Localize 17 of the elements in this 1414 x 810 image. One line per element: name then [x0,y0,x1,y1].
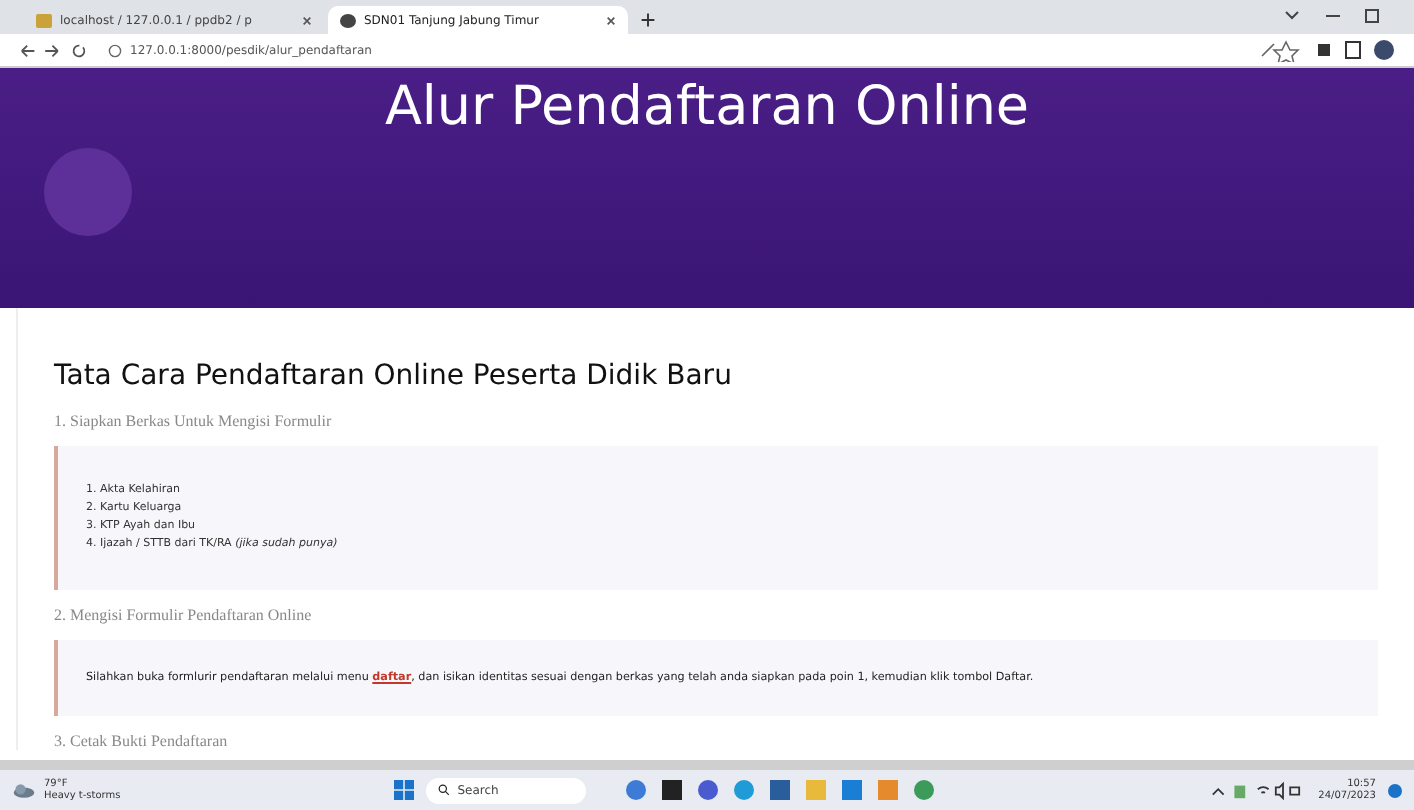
page-heading: Tata Cara Pendaftaran Online Peserta Didik Baru [54,360,734,392]
cloud-icon [12,781,36,799]
taskbar-apps-drawing[interactable] [625,780,934,800]
close-icon[interactable] [606,15,616,25]
windows-start-icon[interactable] [393,780,414,800]
notification-icon[interactable] [1387,783,1402,797]
hero-title: Alur Pendaftaran Online [384,76,1030,142]
step-title: 1. Siapkan Berkas Untuk Mengisi Formulir [54,412,334,430]
scrollbar[interactable] [0,760,1414,770]
circle-decoration [44,148,132,236]
step-title: 3. Cetak Bukti Pendaftaran [54,732,230,750]
toolbar-icon[interactable] [1258,38,1398,62]
search-icon [437,784,450,796]
close-icon[interactable] [302,15,312,25]
info-icon [108,43,122,57]
new-tab-icon[interactable] [640,12,656,28]
step-title: 2. Mengisi Formulir Pendaftaran Online [54,606,314,624]
